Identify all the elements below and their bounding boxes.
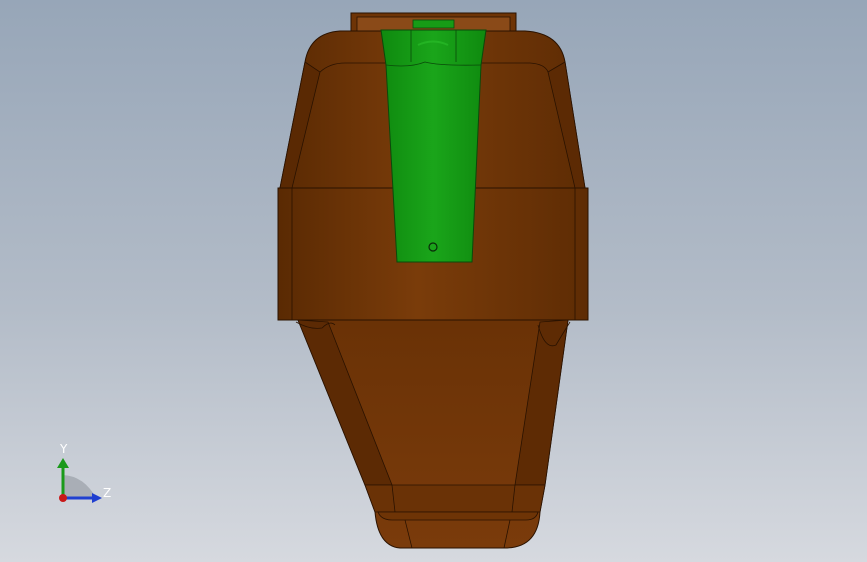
part-model[interactable]	[0, 0, 867, 562]
y-axis-label: Y	[60, 442, 68, 456]
bottom-step	[364, 484, 546, 513]
3d-viewport[interactable]: Y Z	[0, 0, 867, 562]
triad-xz-plane	[63, 475, 96, 498]
x-axis-dot-icon	[59, 494, 67, 502]
z-axis-label: Z	[103, 486, 112, 500]
z-axis-arrow-icon	[92, 493, 102, 503]
green-insert[interactable]	[380, 29, 487, 263]
y-axis-arrow-icon	[57, 458, 69, 468]
bottom-lip	[377, 511, 539, 521]
